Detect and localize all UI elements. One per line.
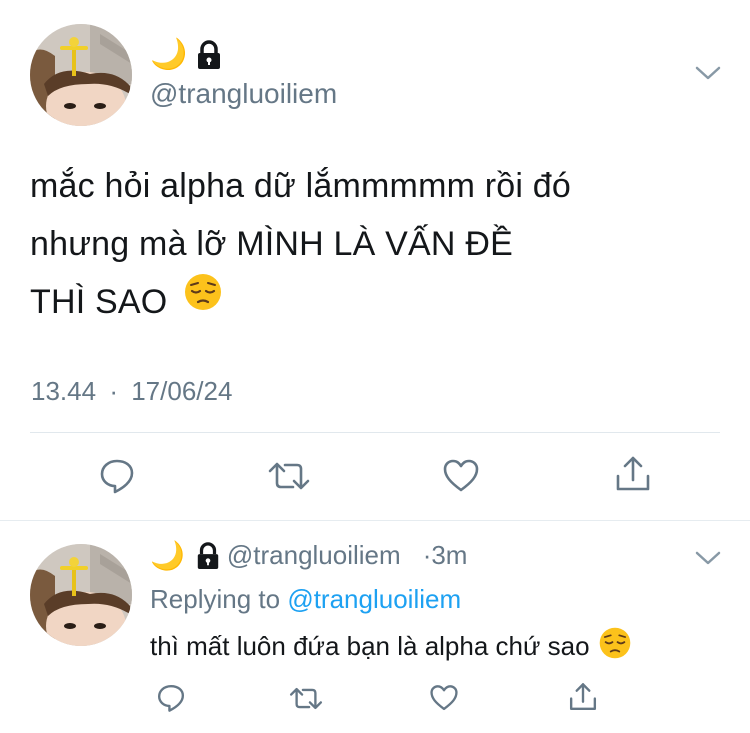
- tweet-text: mắc hỏi alpha dữ lắmmmmm rồi đó nhưng mà…: [30, 157, 730, 333]
- reply-icon[interactable]: [98, 457, 136, 495]
- tweet-time: 13.44: [31, 376, 97, 406]
- chevron-down-icon[interactable]: [694, 64, 722, 82]
- reply-icon[interactable]: [156, 683, 186, 713]
- reply-text-content: thì mất luôn đứa bạn là alpha chứ sao: [150, 631, 590, 661]
- reply-age[interactable]: ·3m: [423, 540, 468, 571]
- divider: [30, 432, 720, 433]
- moon-emoji: 🌙: [150, 539, 185, 571]
- reply-author-handle[interactable]: @trangluoiliem: [227, 540, 401, 571]
- tweet-timestamp[interactable]: 13.44 · 17/06/24: [31, 376, 232, 407]
- lock-icon: [195, 40, 223, 70]
- share-icon[interactable]: [614, 454, 652, 494]
- reply-text: thì mất luôn đứa bạn là alpha chứ sao: [150, 626, 632, 667]
- pensive-face-emoji: [183, 272, 223, 330]
- section-divider: [0, 520, 750, 521]
- retweet-icon[interactable]: [288, 685, 324, 712]
- chevron-down-icon[interactable]: [694, 549, 722, 567]
- tweet-text-line: nhưng mà lỡ MÌNH LÀ VẤN ĐỀ: [30, 225, 513, 263]
- replying-to: Replying to @trangluoiliem: [150, 584, 461, 615]
- tweet-text-line: THÌ SAO: [30, 283, 168, 321]
- moon-emoji: 🌙: [150, 38, 188, 71]
- share-icon[interactable]: [568, 681, 598, 713]
- heart-icon[interactable]: [442, 458, 480, 494]
- retweet-icon[interactable]: [266, 459, 312, 493]
- pensive-face-emoji: [598, 626, 632, 667]
- reply-avatar[interactable]: [30, 544, 132, 646]
- lock-icon: [195, 541, 221, 570]
- author-handle[interactable]: @trangluoiliem: [150, 78, 337, 110]
- heart-icon[interactable]: [429, 684, 459, 712]
- tweet-text-line-with-emoji: THÌ SAO: [30, 273, 730, 333]
- replying-to-label: Replying to: [150, 584, 281, 614]
- tweet-date: 17/06/24: [131, 376, 233, 406]
- avatar[interactable]: [30, 24, 132, 126]
- author-name[interactable]: 🌙: [150, 40, 223, 70]
- reply-header: 🌙 @trangluoiliem ·3m: [150, 540, 467, 571]
- tweet-text-line: mắc hỏi alpha dữ lắmmmmm rồi đó: [30, 167, 572, 205]
- replying-to-handle-link[interactable]: @trangluoiliem: [287, 584, 461, 614]
- meta-separator: ·: [109, 376, 118, 406]
